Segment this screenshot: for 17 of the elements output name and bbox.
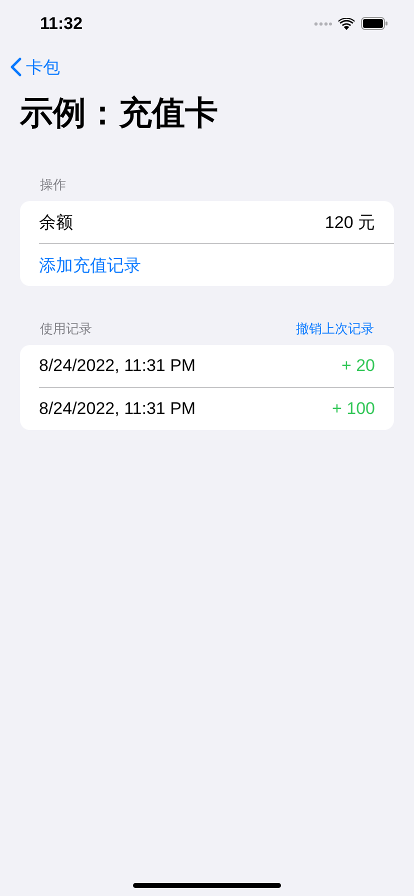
status-time: 11:32 bbox=[40, 14, 83, 34]
add-record-link[interactable]: 添加充值记录 bbox=[39, 254, 141, 276]
signal-icon bbox=[314, 22, 332, 26]
page-title: 示例：充值卡 bbox=[20, 93, 219, 133]
chevron-icon bbox=[10, 57, 22, 77]
back-button[interactable]: 卡包 bbox=[10, 56, 60, 78]
section-header: 操作 bbox=[40, 176, 66, 194]
row-value: 120 元 bbox=[324, 212, 375, 234]
section-header: 使用记录 bbox=[40, 320, 92, 338]
record-date: 8/24/2022, 11:31 PM bbox=[39, 399, 196, 419]
record-amount: + 100 bbox=[332, 399, 375, 419]
record-amount: + 20 bbox=[341, 356, 375, 376]
row-label: 余额 bbox=[39, 212, 73, 234]
undo-link[interactable]: 撤销上次记录 bbox=[296, 320, 374, 338]
wifi-icon bbox=[338, 18, 355, 30]
battery-icon bbox=[361, 17, 388, 30]
record-date: 8/24/2022, 11:31 PM bbox=[39, 356, 196, 376]
